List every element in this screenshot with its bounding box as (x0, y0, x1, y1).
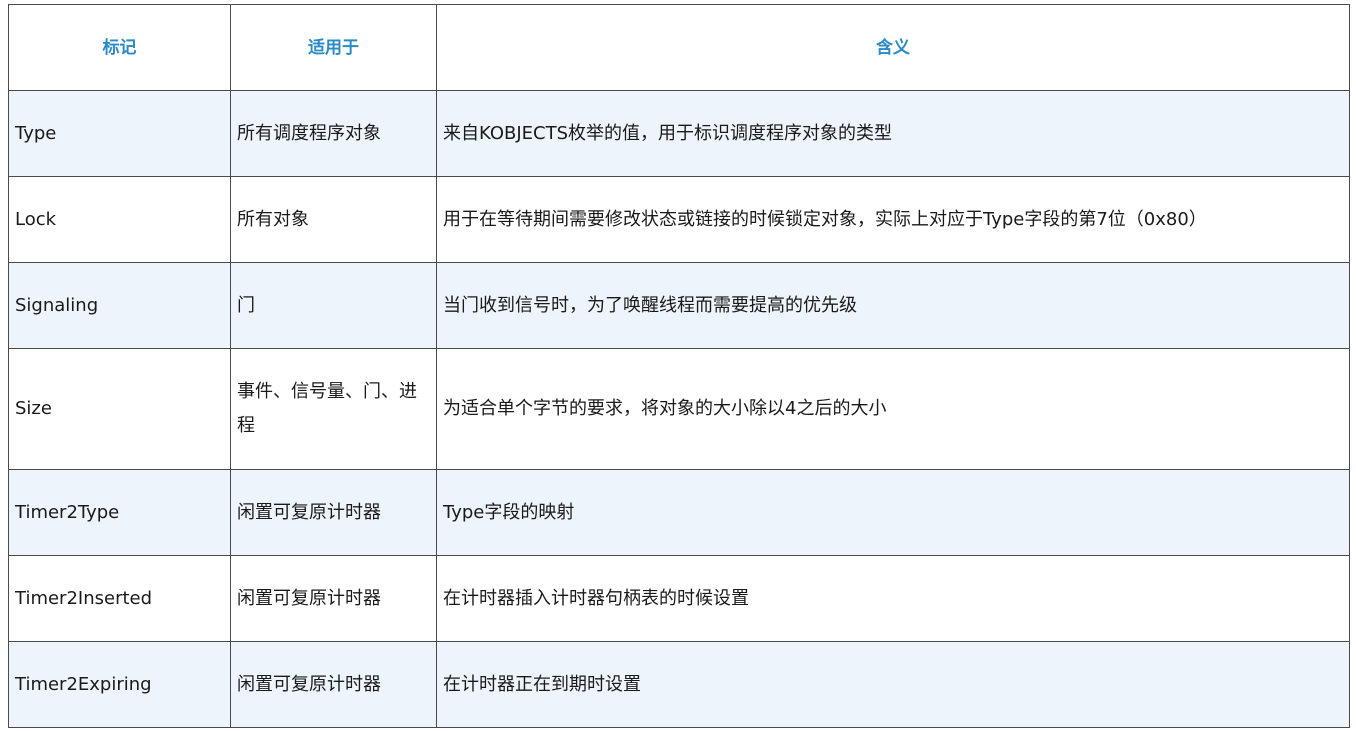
applies-to-cell: 所有调度程序对象 (230, 90, 437, 177)
table-row: Timer2Expiring 闲置可复原计时器 在计时器正在到期时设置 (8, 641, 1350, 728)
meaning-cell: 当门收到信号时，为了唤醒线程而需要提高的优先级 (436, 262, 1350, 349)
column-header-meaning: 含义 (436, 4, 1350, 91)
table-row: Signaling 门 当门收到信号时，为了唤醒线程而需要提高的优先级 (8, 262, 1350, 349)
table-row: Timer2Inserted 闲置可复原计时器 在计时器插入计时器句柄表的时候设… (8, 555, 1350, 642)
table-header-row: 标记 适用于 含义 (8, 4, 1350, 91)
applies-to-cell: 事件、信号量、门、进程 (230, 348, 437, 470)
meaning-cell: 为适合单个字节的要求，将对象的大小除以4之后的大小 (436, 348, 1350, 470)
meaning-cell: 在计时器插入计时器句柄表的时候设置 (436, 555, 1350, 642)
flag-cell: Size (8, 348, 231, 470)
table-row: Size 事件、信号量、门、进程 为适合单个字节的要求，将对象的大小除以4之后的… (8, 348, 1350, 470)
dispatcher-header-flags-table: 标记 适用于 含义 Type 所有调度程序对象 来自KOBJECTS枚举的值，用… (8, 4, 1350, 728)
applies-to-cell: 门 (230, 262, 437, 349)
table-row: Type 所有调度程序对象 来自KOBJECTS枚举的值，用于标识调度程序对象的… (8, 90, 1350, 177)
applies-to-cell: 闲置可复原计时器 (230, 469, 437, 556)
meaning-cell: 来自KOBJECTS枚举的值，用于标识调度程序对象的类型 (436, 90, 1350, 177)
flag-cell: Timer2Expiring (8, 641, 231, 728)
table-row: Lock 所有对象 用于在等待期间需要修改状态或链接的时候锁定对象，实际上对应于… (8, 176, 1350, 263)
flag-cell: Signaling (8, 262, 231, 349)
column-header-flag: 标记 (8, 4, 231, 91)
table-row: Timer2Type 闲置可复原计时器 Type字段的映射 (8, 469, 1350, 556)
flag-cell: Timer2Inserted (8, 555, 231, 642)
applies-to-cell: 所有对象 (230, 176, 437, 263)
meaning-cell: 用于在等待期间需要修改状态或链接的时候锁定对象，实际上对应于Type字段的第7位… (436, 176, 1350, 263)
flag-cell: Timer2Type (8, 469, 231, 556)
flag-cell: Type (8, 90, 231, 177)
meaning-cell: 在计时器正在到期时设置 (436, 641, 1350, 728)
applies-to-cell: 闲置可复原计时器 (230, 641, 437, 728)
flag-cell: Lock (8, 176, 231, 263)
meaning-cell: Type字段的映射 (436, 469, 1350, 556)
column-header-applies-to: 适用于 (230, 4, 437, 91)
applies-to-cell: 闲置可复原计时器 (230, 555, 437, 642)
